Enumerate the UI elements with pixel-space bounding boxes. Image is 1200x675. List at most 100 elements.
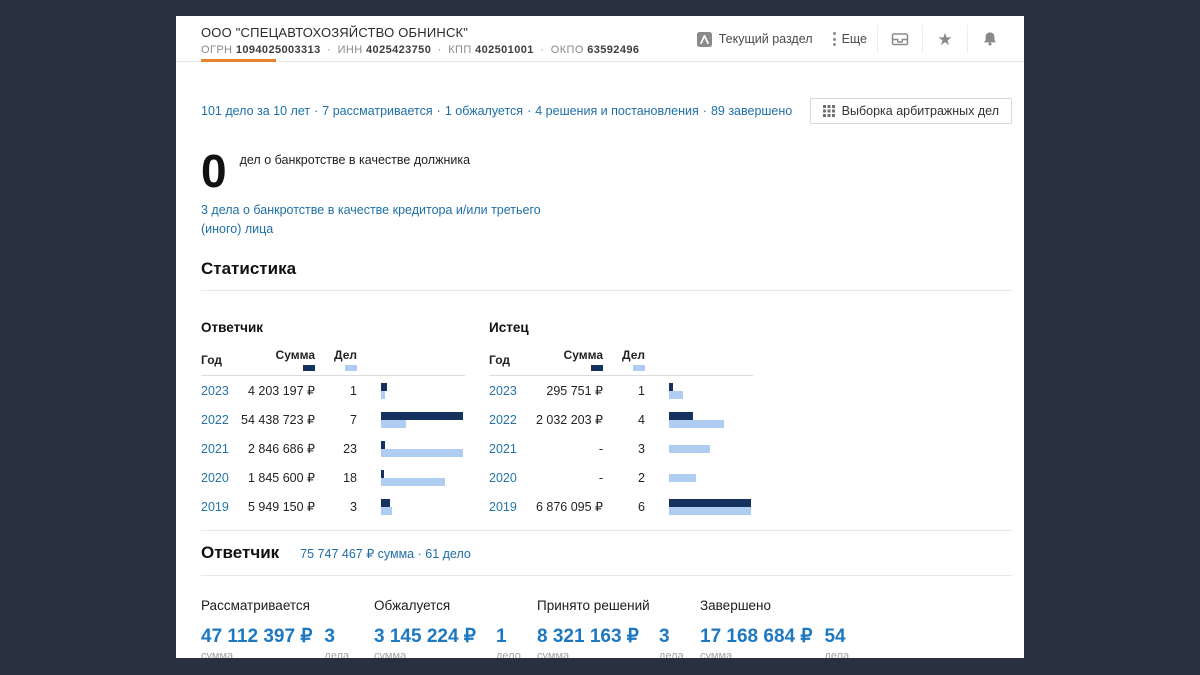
sum-bar xyxy=(381,499,390,507)
totals-count-link[interactable]: 3дела xyxy=(659,626,684,658)
company-card: ООО "СПЕЦАВТОХОЗЯЙСТВО ОБНИНСК" ОГРН 109… xyxy=(176,16,1024,658)
cases-value: 3 xyxy=(315,500,357,514)
totals-status-label: Обжалуется xyxy=(374,598,537,613)
col-year: Год xyxy=(201,353,241,367)
totals-count-link[interactable]: 1дело xyxy=(496,626,521,658)
year-link[interactable]: 2019 xyxy=(201,500,241,514)
year-link[interactable]: 2020 xyxy=(201,471,241,485)
totals-column: Обжалуется 3 145 224 ₽сумма 1дело xyxy=(374,598,537,658)
totals-sum-link[interactable]: 17 168 684 ₽сумма xyxy=(700,626,812,658)
year-link[interactable]: 2020 xyxy=(489,471,529,485)
cases-bar xyxy=(669,507,751,515)
totals-sum-link[interactable]: 8 321 163 ₽ сумма xyxy=(537,626,647,658)
separator: · xyxy=(534,44,551,56)
current-section-button[interactable]: Текущий раздел xyxy=(686,24,823,54)
stat-table-plaintiff: Истец Год Сумма Дел 2023295 751 ₽120222 … xyxy=(489,320,753,521)
summary-link[interactable]: 89 завершено xyxy=(711,104,792,118)
cases-bar xyxy=(381,420,406,428)
totals-sum-link[interactable]: 47 112 397 ₽сумма xyxy=(201,626,312,658)
bankruptcy-count-label: дел о банкротстве в качестве должника xyxy=(240,150,470,167)
more-button[interactable]: Еще xyxy=(823,24,877,54)
totals-sum-link[interactable]: 3 145 224 ₽сумма xyxy=(374,626,484,658)
totals-status-label: Принято решений xyxy=(537,598,700,613)
inbox-icon xyxy=(890,29,910,49)
cases-value: 2 xyxy=(603,471,645,485)
summary-link[interactable]: 4 решения и постановления xyxy=(535,104,699,118)
registration-label: ОГРН xyxy=(201,44,236,56)
summary-link[interactable]: 101 дело за 10 лет xyxy=(201,104,310,118)
year-link[interactable]: 2023 xyxy=(489,384,529,398)
col-year: Год xyxy=(489,353,529,367)
cases-bar xyxy=(669,445,710,453)
cases-bar xyxy=(669,391,683,399)
totals-sum-sublabel: сумма xyxy=(537,650,647,658)
totals-count-link[interactable]: 3дела xyxy=(324,626,349,658)
respondent-title: Ответчик xyxy=(201,543,279,563)
separator: · xyxy=(310,104,322,118)
cases-bar xyxy=(669,474,696,482)
favorite-button[interactable]: ★ xyxy=(923,24,967,54)
year-link[interactable]: 2019 xyxy=(489,500,529,514)
totals-count-sublabel: дела xyxy=(824,650,849,658)
registration-value: 1094025003313 xyxy=(236,44,321,56)
totals-sum-value: 47 112 397 ₽ xyxy=(201,626,312,647)
sum-value: 4 203 197 ₽ xyxy=(241,383,315,398)
year-link[interactable]: 2022 xyxy=(489,413,529,427)
bars-cell xyxy=(357,441,465,457)
bars-cell xyxy=(645,383,753,399)
sum-value: - xyxy=(529,471,603,485)
totals-sum-sublabel: сумма xyxy=(374,650,484,658)
separator: · xyxy=(433,104,445,118)
totals-count-sublabel: дела xyxy=(659,650,684,658)
sum-value: - xyxy=(529,442,603,456)
bars-cell xyxy=(357,499,465,515)
year-link[interactable]: 2023 xyxy=(201,384,241,398)
sum-bar xyxy=(381,383,387,391)
sum-bar xyxy=(669,412,693,420)
totals-column: Завершено17 168 684 ₽сумма54дела xyxy=(700,598,849,658)
sum-value: 295 751 ₽ xyxy=(529,383,603,398)
sum-value: 2 032 203 ₽ xyxy=(529,412,603,427)
cases-value: 6 xyxy=(603,500,645,514)
bars-cell xyxy=(357,470,465,486)
bars-cell xyxy=(357,412,465,428)
col-cases: Дел xyxy=(315,348,357,371)
table-row: 20201 845 600 ₽18 xyxy=(201,463,465,492)
sum-bar xyxy=(381,470,384,478)
pdf-icon xyxy=(696,31,713,48)
divider xyxy=(201,575,1012,576)
table-row: 20212 846 686 ₽23 xyxy=(201,434,465,463)
year-link[interactable]: 2022 xyxy=(201,413,241,427)
totals-count-link[interactable]: 54 дела xyxy=(824,626,849,658)
col-sum: Сумма xyxy=(241,348,315,371)
notifications-button[interactable] xyxy=(968,24,1012,54)
totals-count-sublabel: дела xyxy=(324,650,349,658)
summary-link[interactable]: 7 рассматривается xyxy=(322,104,432,118)
totals-values: 17 168 684 ₽сумма 54 дела xyxy=(700,626,849,658)
totals-values: 3 145 224 ₽сумма 1дело xyxy=(374,626,537,658)
cases-value: 18 xyxy=(315,471,357,485)
totals-sum-value: 8 321 163 ₽ xyxy=(537,626,647,647)
year-link[interactable]: 2021 xyxy=(489,442,529,456)
bars-cell xyxy=(645,499,753,515)
inbox-button[interactable] xyxy=(878,24,922,54)
more-label: Еще xyxy=(842,32,867,46)
registration-value: 402501001 xyxy=(475,44,534,56)
cases-bar xyxy=(381,391,385,399)
table-body: 2023295 751 ₽120222 032 203 ₽42021-32020… xyxy=(489,376,753,521)
year-link[interactable]: 2021 xyxy=(201,442,241,456)
respondent-summary-link[interactable]: 75 747 467 ₽ сумма · 61 дело xyxy=(300,546,471,561)
bars-cell xyxy=(357,383,465,399)
registration-value: 4025423750 xyxy=(366,44,431,56)
totals-count-value: 54 xyxy=(824,626,849,647)
separator: · xyxy=(321,44,338,56)
col-sum: Сумма xyxy=(529,348,603,371)
cases-value: 7 xyxy=(315,413,357,427)
kebab-icon xyxy=(833,32,836,46)
cases-legend-swatch xyxy=(633,365,645,371)
bankruptcy-creditor-link[interactable]: 3 дела о банкротстве в качестве кредитор… xyxy=(201,201,571,239)
table-row: 202254 438 723 ₽7 xyxy=(201,405,465,434)
arbitration-selection-button[interactable]: Выборка арбитражных дел xyxy=(810,98,1012,124)
separator: · xyxy=(431,44,448,56)
summary-link[interactable]: 1 обжалуется xyxy=(445,104,523,118)
